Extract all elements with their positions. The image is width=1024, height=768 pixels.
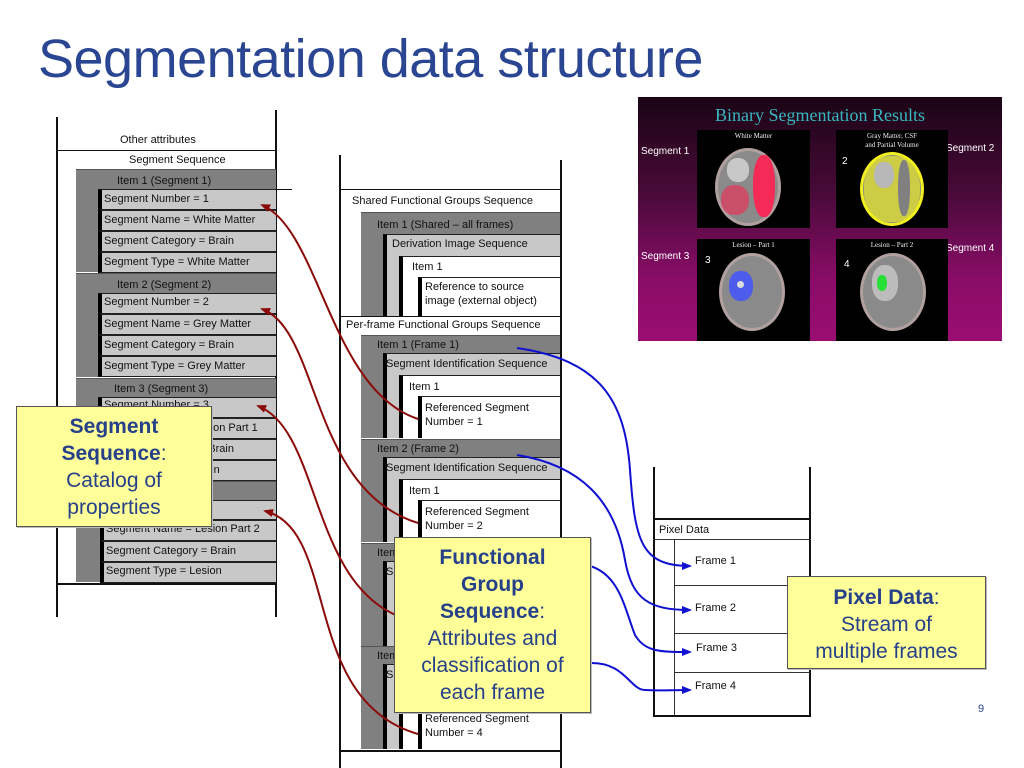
callout-heading: Sequence <box>61 442 161 465</box>
callout-text: properties <box>67 496 161 519</box>
callout-text: classification of <box>421 654 564 677</box>
callout-text: Catalog of <box>66 469 162 492</box>
page-number: 9 <box>978 703 985 715</box>
callout-colon: : <box>539 600 546 623</box>
callout-colon: : <box>160 442 167 465</box>
callout-text: multiple frames <box>815 640 958 663</box>
callout-heading: Group <box>461 573 524 596</box>
frame-reference-arrow <box>516 347 692 570</box>
segment-reference-arrow <box>256 405 399 617</box>
segment-reference-arrow <box>260 204 419 420</box>
pixel-data-callout: Pixel Data: Stream of multiple frames <box>787 576 986 669</box>
frame-reference-arrow <box>589 661 692 695</box>
callout-text: each frame <box>439 681 546 704</box>
callout-heading: Sequence <box>439 600 540 623</box>
callout-text: Stream of <box>840 613 933 636</box>
callout-colon: : <box>933 586 940 609</box>
callout-text: Attributes and <box>427 627 558 650</box>
segment-reference-arrow <box>260 307 419 524</box>
callout-heading: Functional <box>439 546 546 569</box>
functional-group-callout: Functional Group Sequence: Attributes an… <box>394 537 591 713</box>
callout-heading: Segment <box>69 415 159 438</box>
callout-heading: Pixel Data <box>833 586 934 609</box>
segment-sequence-callout: Segment Sequence: Catalog of properties <box>16 406 212 527</box>
